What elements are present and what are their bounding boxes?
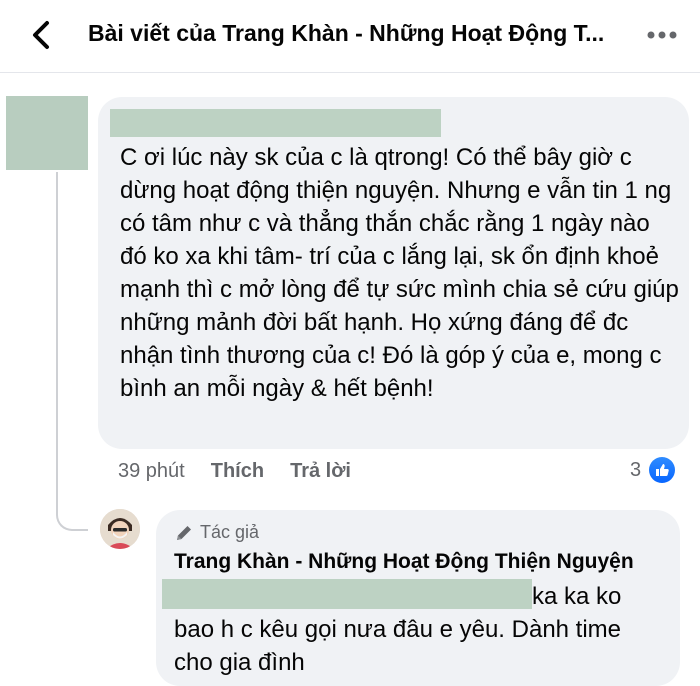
comment-bubble[interactable]: C ơi lúc này sk của c là qtrong! Có thể … — [98, 97, 689, 449]
reply-button[interactable]: Trả lời — [290, 460, 351, 483]
reply-bubble[interactable]: Tác giả Trang Khàn - Những Hoạt Động Thi… — [156, 510, 680, 686]
author-badge-label: Tác giả — [200, 522, 260, 542]
comment-time[interactable]: 39 phút — [118, 460, 185, 483]
reaction-count: 3 — [630, 458, 642, 481]
author-badge: Tác giả — [174, 522, 259, 543]
pen-icon — [177, 525, 191, 540]
more-button[interactable] — [642, 21, 682, 49]
author-avatar[interactable] — [100, 509, 140, 549]
reply-thread-line — [56, 172, 88, 531]
more-icon — [647, 31, 677, 39]
like-icon — [649, 457, 676, 483]
page-title: Bài viết của Trang Khàn - Những Hoạt Độn… — [88, 20, 605, 46]
like-button[interactable]: Thích — [211, 460, 264, 483]
reply-author-name[interactable]: Trang Khàn - Những Hoạt Động Thiện Nguyệ… — [174, 550, 634, 574]
top-bar: Bài viết của Trang Khàn - Những Hoạt Độn… — [0, 0, 700, 73]
back-arrow-icon — [33, 21, 49, 49]
comment-text: C ơi lúc này sk của c là qtrong! Có thể … — [120, 144, 679, 402]
reply-text: ka ka ko bao h c kêu gọi nưa đâu e yêu. … — [174, 583, 622, 676]
comment-actions: 39 phút Thích Trả lời — [118, 455, 351, 487]
commenter-avatar-redacted[interactable] — [6, 96, 88, 170]
reaction-summary[interactable]: 3 — [630, 457, 676, 483]
back-button[interactable] — [24, 18, 58, 52]
commenter-name-redacted — [110, 109, 441, 137]
